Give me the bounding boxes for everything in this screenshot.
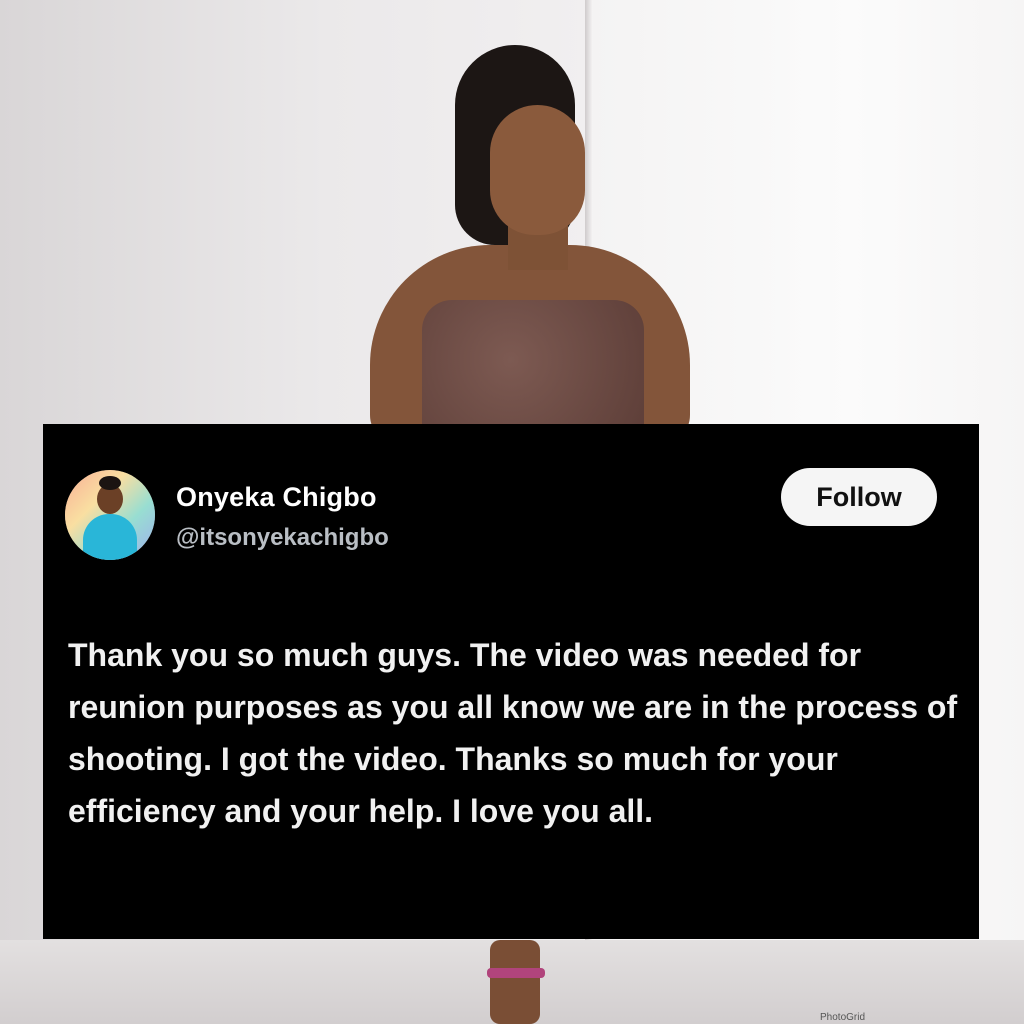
display-name[interactable]: Onyeka Chigbo — [176, 482, 377, 513]
tweet-text: Thank you so much guys. The video was ne… — [68, 637, 958, 829]
shoe-strap — [487, 968, 545, 978]
user-handle[interactable]: @itsonyekachigbo — [176, 524, 389, 552]
person-face — [490, 105, 585, 235]
avatar-hair — [99, 476, 121, 490]
watermark: PhotoGrid — [820, 1012, 866, 1023]
tweet-card: Onyeka Chigbo @itsonyekachigbo Follow Th… — [43, 424, 979, 939]
person-leg — [490, 940, 540, 1024]
follow-button[interactable]: Follow — [781, 468, 937, 526]
avatar[interactable] — [65, 470, 155, 560]
person-figure — [360, 30, 690, 450]
avatar-body — [83, 514, 137, 560]
